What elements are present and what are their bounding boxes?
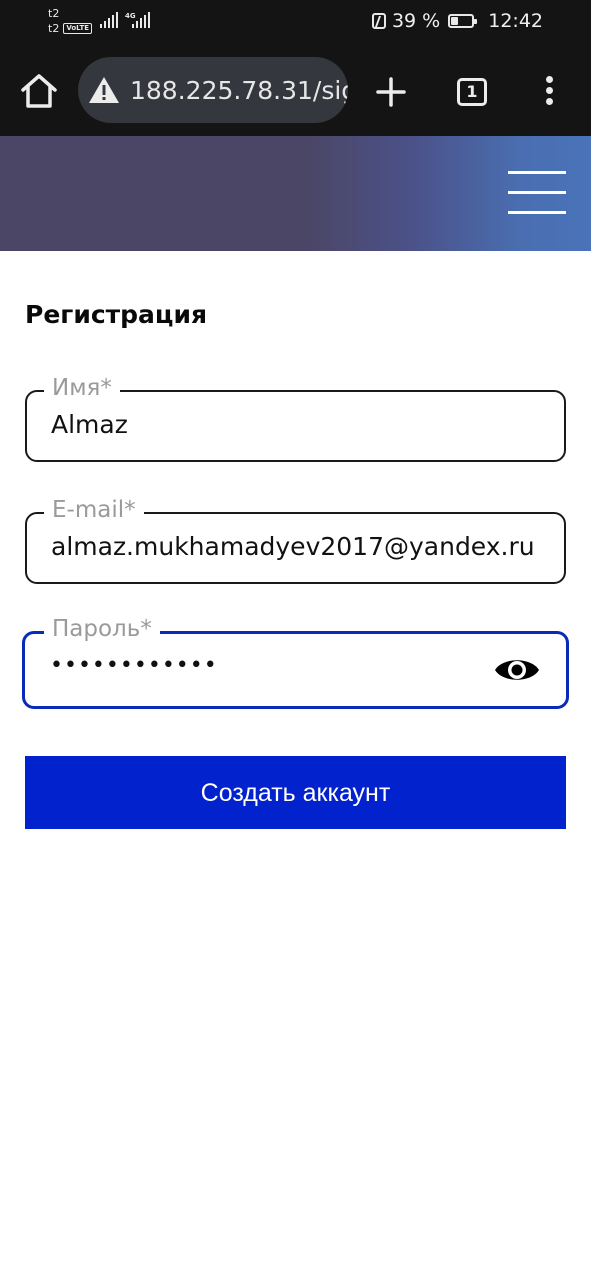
menu-icon[interactable]	[508, 171, 566, 216]
url-text[interactable]: 188.225.78.31/sig	[130, 76, 348, 105]
address-bar[interactable]: 188.225.78.31/sig	[78, 57, 348, 123]
warning-icon[interactable]	[88, 76, 120, 104]
volte-badge: VoLTE	[63, 23, 93, 34]
password-field[interactable]: Пароль* ••••••••••••	[22, 614, 569, 709]
network-type-label: 4G	[125, 12, 136, 20]
email-field-label: E-mail*	[44, 495, 144, 525]
browser-toolbar: 188.225.78.31/sig 1	[0, 46, 591, 136]
name-field-value[interactable]: Almaz	[51, 410, 128, 439]
eye-icon[interactable]	[494, 654, 540, 686]
tab-count: 1	[466, 82, 478, 101]
name-field[interactable]: Имя* Almaz	[25, 373, 566, 462]
carrier-1-label: t2	[48, 7, 60, 20]
status-bar: t2 t2 VoLTE 4G 39 % 12:42	[0, 0, 591, 46]
more-vert-icon[interactable]	[545, 76, 555, 106]
home-icon[interactable]	[20, 73, 58, 109]
site-header	[0, 136, 591, 251]
plus-icon[interactable]	[376, 77, 406, 107]
carrier-2-label: t2	[48, 22, 60, 35]
clock: 12:42	[488, 10, 543, 32]
password-field-label: Пароль*	[44, 614, 160, 644]
page-title: Регистрация	[25, 300, 208, 329]
create-account-button[interactable]: Создать аккаунт	[25, 756, 566, 829]
nfc-icon	[371, 13, 386, 29]
password-field-value[interactable]: ••••••••••••	[50, 653, 218, 678]
email-field[interactable]: E-mail* almaz.mukhamadyev2017@yandex.ru	[25, 495, 566, 584]
carrier-info: t2 t2 VoLTE	[48, 6, 93, 36]
tabs-icon[interactable]: 1	[457, 78, 487, 106]
battery-icon	[448, 14, 478, 28]
name-field-label: Имя*	[44, 373, 120, 403]
email-field-value[interactable]: almaz.mukhamadyev2017@yandex.ru	[51, 532, 535, 561]
battery-percent: 39 %	[391, 10, 441, 32]
